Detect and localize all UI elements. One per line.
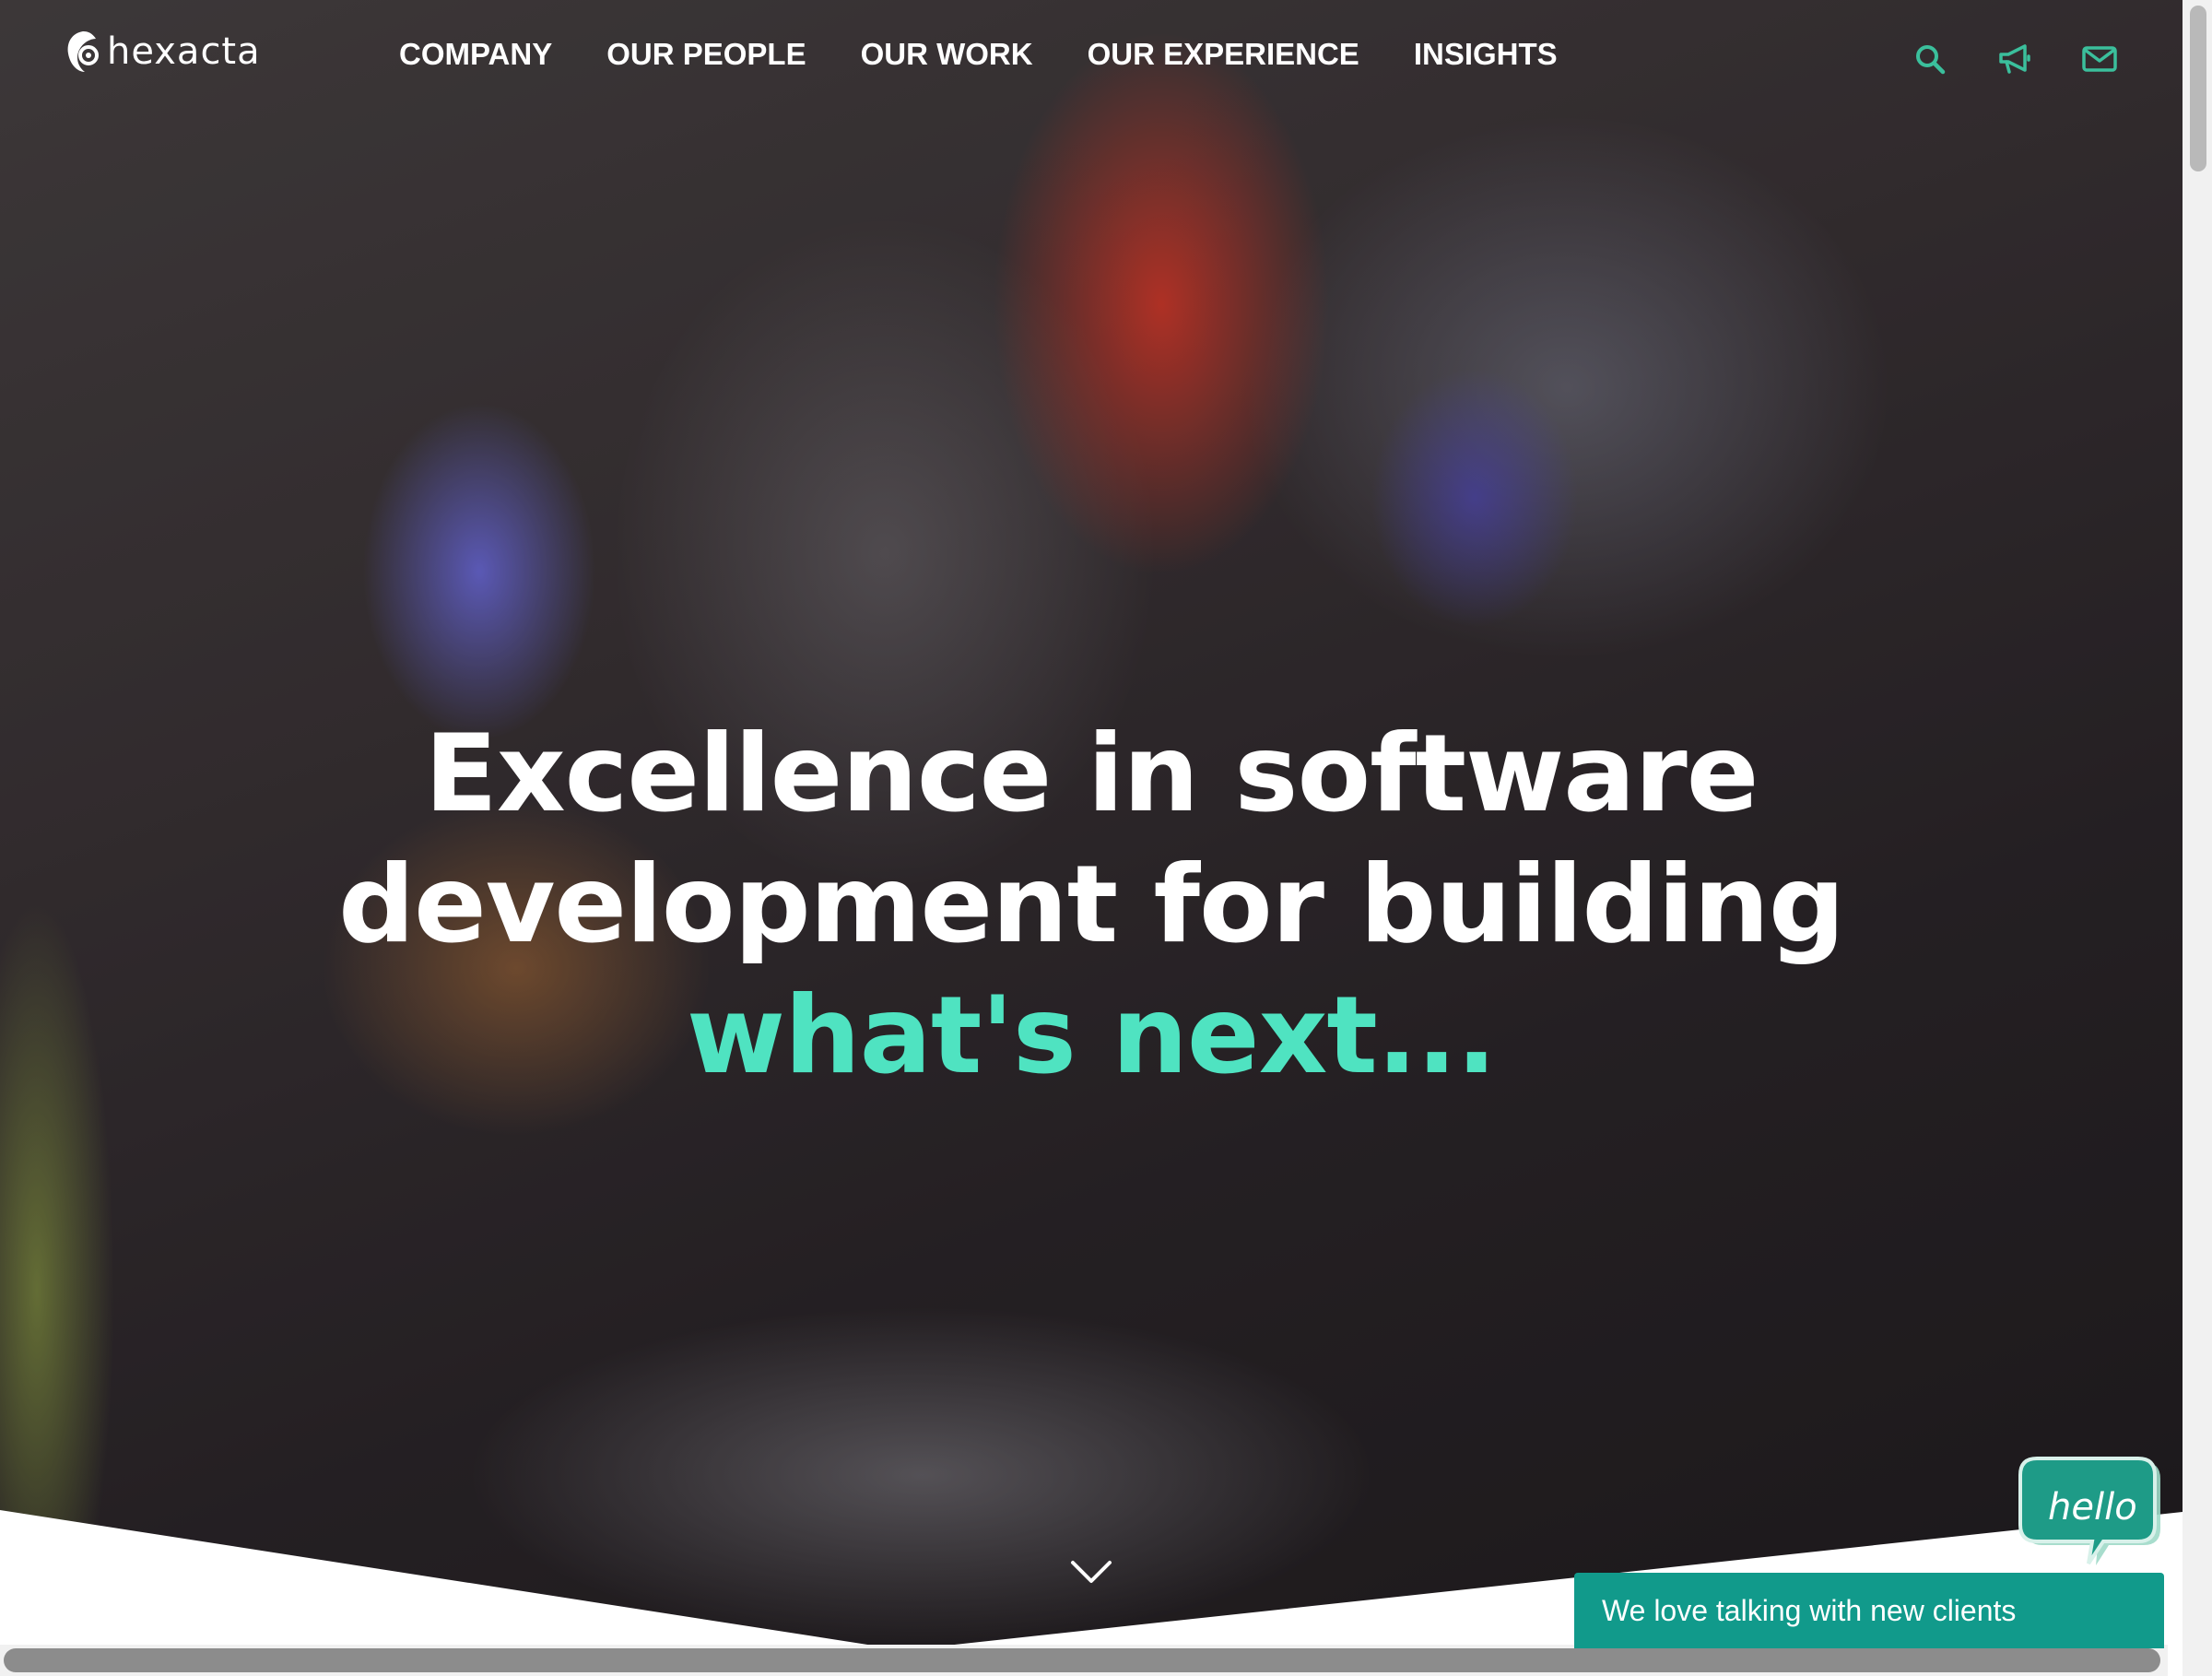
horizontal-scrollbar[interactable] [0, 1645, 2168, 1676]
chat-widget-bar[interactable]: We love talking with new clients [1574, 1573, 2164, 1648]
contact-button[interactable] [2079, 41, 2120, 77]
nav-item-our-experience[interactable]: OUR EXPERIENCE [1088, 37, 1359, 72]
hero-line-2: development for building [338, 843, 1845, 968]
chat-bar-label: We love talking with new clients [1602, 1593, 2017, 1627]
nav-item-company[interactable]: COMPANY [399, 37, 552, 72]
scroll-down-button[interactable] [1069, 1558, 1113, 1589]
vertical-scrollbar[interactable] [2183, 0, 2212, 1676]
hero-headline: Excellence in software development for b… [0, 709, 2183, 1102]
vertical-scroll-thumb[interactable] [2190, 6, 2206, 171]
chevron-down-icon [1071, 1561, 1112, 1583]
search-button[interactable] [1910, 41, 1950, 77]
envelope-icon [2082, 46, 2117, 72]
megaphone-icon [1999, 44, 2030, 74]
chat-hello-text: hello [2048, 1486, 2137, 1528]
brand-logo[interactable]: hexacta [65, 28, 261, 76]
main-menu: COMPANY OUR PEOPLE OUR WORK OUR EXPERIEN… [399, 37, 1612, 72]
nav-item-our-people[interactable]: OUR PEOPLE [606, 37, 806, 72]
hero-line-1: Excellence in software [424, 712, 1759, 837]
hero-line-3: what's next... [686, 974, 1497, 1099]
hexacta-logo-icon [67, 31, 99, 72]
logo-wordmark: hexacta [107, 30, 261, 73]
nav-item-insights[interactable]: INSIGHTS [1414, 37, 1558, 72]
announcements-button[interactable] [1994, 41, 2035, 77]
top-navigation: hexacta COMPANY OUR PEOPLE OUR WORK OUR … [0, 0, 2183, 111]
search-icon [1916, 45, 1946, 75]
horizontal-scroll-thumb[interactable] [4, 1648, 2160, 1672]
header-actions [1910, 41, 2120, 77]
nav-item-our-work[interactable]: OUR WORK [861, 37, 1033, 72]
chat-hello-bubble[interactable]: hello [2015, 1455, 2166, 1578]
